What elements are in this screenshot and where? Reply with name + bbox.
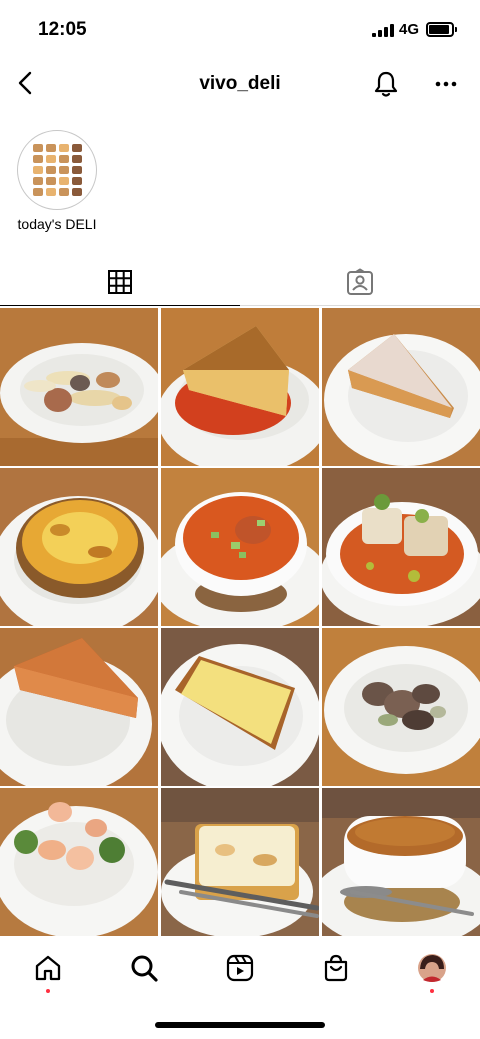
post-photo [0,308,158,466]
post-thumbnail[interactable] [161,468,319,626]
search-icon [131,955,158,982]
post-thumbnail[interactable] [0,788,158,936]
nav-shop[interactable] [316,948,356,988]
notifications-button[interactable] [370,68,402,100]
post-thumbnail[interactable] [0,308,158,466]
bottom-tab-bar [0,940,480,1000]
post-thumbnail[interactable] [161,788,319,936]
post-thumbnail[interactable] [161,628,319,786]
tab-tagged[interactable] [240,258,480,306]
more-options-button[interactable] [430,68,462,100]
profile-tabs [0,258,480,306]
grid-icon [108,269,132,294]
post-photo [0,468,158,626]
story-highlight[interactable]: today's DELI [10,130,104,232]
status-time: 12:05 [38,19,87,40]
post-thumbnail[interactable] [0,468,158,626]
status-bar: 12:05 4G [0,0,480,60]
nav-home[interactable] [28,948,68,988]
nav-profile[interactable] [412,948,452,988]
network-type: 4G [399,21,420,38]
post-photo [161,628,319,786]
post-thumbnail[interactable] [322,628,480,786]
post-thumbnail[interactable] [322,788,480,936]
post-thumbnail[interactable] [322,308,480,466]
post-photo [161,788,319,936]
highlight-label: today's DELI [17,216,97,232]
nav-search[interactable] [124,948,164,988]
home-indicator [155,1022,325,1028]
post-photo [161,468,319,626]
highlight-cover [17,130,97,210]
home-icon [35,955,61,981]
post-thumbnail[interactable] [322,468,480,626]
tab-posts-grid[interactable] [0,258,240,306]
signal-icon [372,24,394,37]
profile-header: vivo_deli [0,60,480,110]
post-photo [322,788,480,936]
bell-icon [374,71,398,97]
post-photo [322,628,480,786]
post-photo [322,308,480,466]
post-thumbnail[interactable] [161,308,319,466]
shopping-bag-icon [324,954,348,982]
post-photo [0,788,158,936]
notification-dot [46,989,50,993]
tagged-user-icon [347,268,373,295]
reels-icon [226,954,254,982]
post-photo [161,308,319,466]
highlight-thumbnail [21,134,93,206]
profile-avatar [418,954,446,982]
nav-reels[interactable] [220,948,260,988]
posts-grid [0,308,480,936]
post-thumbnail[interactable] [0,628,158,786]
profile-username: vivo_deli [199,73,281,94]
more-horizontal-icon [435,81,457,87]
battery-icon [426,22,457,37]
notification-dot [430,989,434,993]
post-photo [322,468,480,626]
post-photo [0,628,158,786]
